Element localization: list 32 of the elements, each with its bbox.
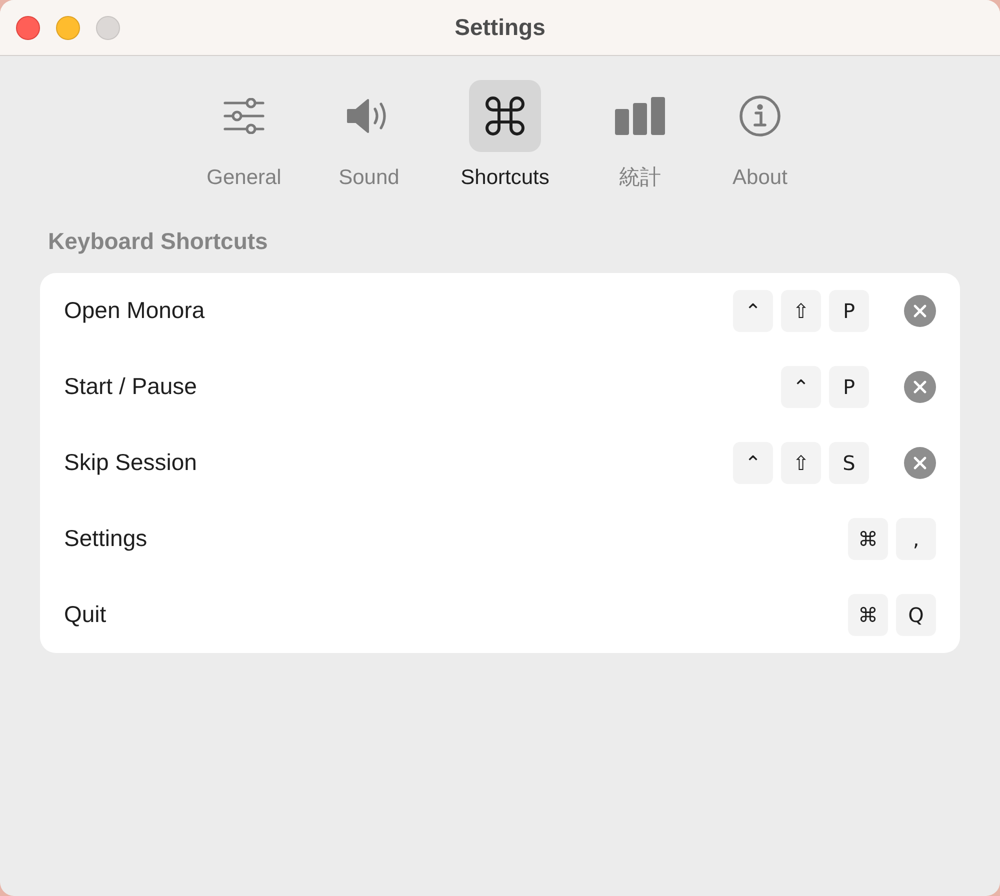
info-icon — [739, 95, 781, 137]
shortcut-name: Start / Pause — [64, 372, 198, 402]
minimize-window-button[interactable] — [56, 16, 80, 40]
toolbar-tab[interactable]: Shortcuts — [430, 80, 580, 194]
close-icon — [913, 380, 927, 394]
sliders-icon — [223, 98, 265, 134]
close-icon — [913, 456, 927, 470]
shortcut-name: Quit — [64, 600, 108, 630]
key-cap[interactable]: ⇧ — [781, 290, 821, 332]
key-cap[interactable]: ⇧ — [781, 442, 821, 484]
key-cap[interactable]: ⌃ — [781, 366, 821, 408]
key-cap[interactable]: ⌘ — [848, 518, 888, 560]
key-cap[interactable]: P — [829, 290, 869, 332]
window-title: Settings — [454, 13, 546, 42]
clear-shortcut-button[interactable] — [904, 294, 936, 326]
key-cap[interactable]: Q — [896, 594, 936, 636]
key-cap[interactable]: ⌃ — [733, 442, 773, 484]
key-cap[interactable]: ⌃ — [733, 290, 773, 332]
command-key-icon — [485, 96, 525, 136]
shortcut-name: Skip Session — [64, 448, 198, 478]
section-heading: Keyboard Shortcuts — [48, 227, 269, 256]
clear-shortcut-button[interactable] — [904, 446, 936, 478]
key-cap[interactable]: , — [896, 518, 936, 560]
key-cap[interactable]: S — [829, 442, 869, 484]
key-cap[interactable]: P — [829, 366, 869, 408]
clear-shortcut-button[interactable] — [904, 370, 936, 402]
shortcut-name: Open Monora — [64, 296, 206, 326]
close-icon — [913, 304, 927, 318]
bar-chart-icon — [615, 97, 665, 135]
key-cap[interactable]: ⌘ — [848, 594, 888, 636]
shortcut-name: Settings — [64, 524, 148, 554]
close-window-button[interactable] — [16, 16, 40, 40]
